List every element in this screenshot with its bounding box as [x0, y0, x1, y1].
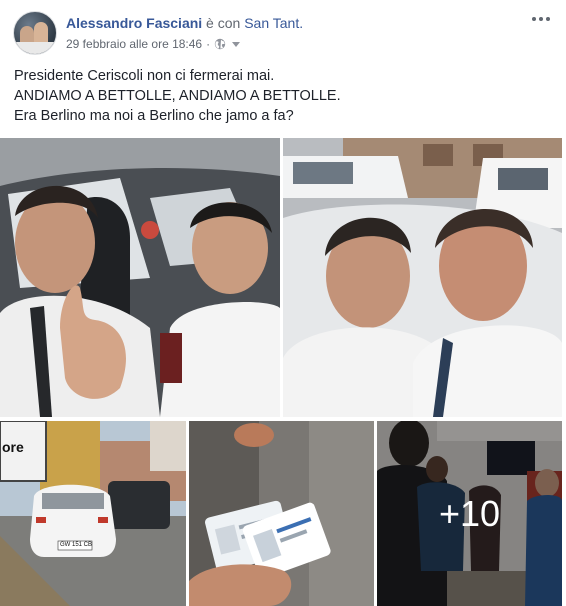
- post-text-line: Era Berlino ma noi a Berlino che jamo a …: [14, 108, 294, 124]
- author-name-link[interactable]: Alessandro Fasciani: [66, 15, 202, 31]
- tagged-person-link[interactable]: San Tant.: [244, 15, 303, 31]
- facebook-post: Alessandro Fasciani è con San Tant. 29 f…: [0, 0, 566, 606]
- photo-outdoor-selfie[interactable]: [283, 138, 562, 417]
- street-sign-text: ore: [2, 439, 24, 455]
- photo-more-overlay[interactable]: +10: [377, 421, 562, 606]
- post-text-line: ANDIAMO A BETTOLLE, ANDIAMO A BETTOLLE.: [14, 88, 341, 104]
- dot-icon: [532, 17, 536, 21]
- photo-car-selfie[interactable]: [0, 138, 280, 417]
- more-photos-overlay[interactable]: +10: [377, 421, 562, 606]
- privacy-dropdown-caret-icon[interactable]: [232, 41, 241, 47]
- photo-cards-in-hand[interactable]: [189, 421, 374, 606]
- meta-separator: ·: [206, 37, 211, 51]
- post-timestamp[interactable]: 29 febbraio alle ore 18:46: [66, 37, 202, 51]
- dot-icon: [546, 17, 550, 21]
- with-text: è con: [202, 15, 245, 31]
- post-header: Alessandro Fasciani è con San Tant.: [66, 14, 303, 32]
- avatar-shirts: [16, 42, 56, 54]
- license-plate-text: GW 151 CB: [60, 542, 93, 548]
- post-text: Presidente Ceriscoli non ci fermerai mai…: [14, 66, 341, 126]
- author-avatar[interactable]: [13, 11, 57, 55]
- globe-icon[interactable]: [214, 38, 226, 50]
- photo-street-car[interactable]: ore GW 151 CB: [0, 421, 186, 606]
- post-meta: 29 febbraio alle ore 18:46 ·: [66, 37, 241, 51]
- more-options-icon[interactable]: [530, 12, 552, 26]
- more-photos-count: +10: [438, 492, 501, 534]
- dot-icon: [539, 17, 543, 21]
- post-text-line: Presidente Ceriscoli non ci fermerai mai…: [14, 68, 275, 84]
